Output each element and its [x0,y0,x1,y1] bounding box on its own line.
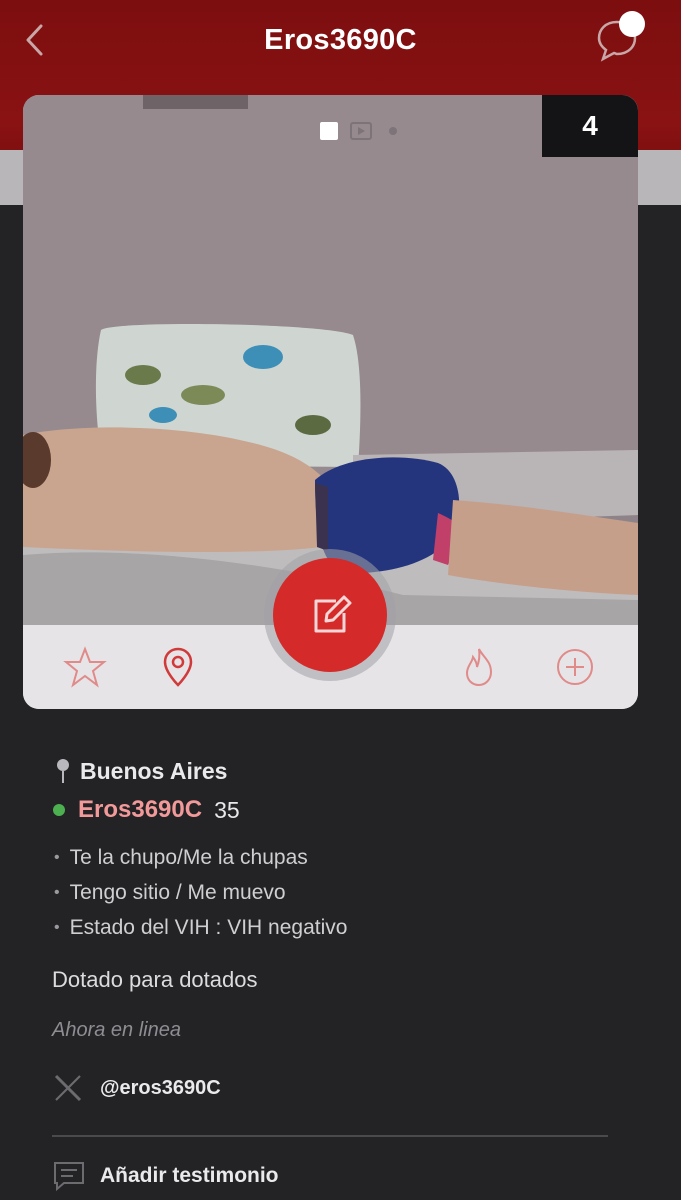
social-link[interactable]: @eros3690C [52,1068,632,1108]
city-label: Buenos Aires [80,757,228,784]
add-testimonial-label: Añadir testimonio [100,1164,279,1187]
video-dot-icon [350,122,372,140]
add-testimonial-button[interactable]: Añadir testimonio [52,1156,279,1196]
list-item: • Estado del VIH : VIH negativo [54,915,348,939]
plus-circle-icon[interactable] [553,645,597,689]
chat-button[interactable] [595,10,653,62]
x-logo-icon [54,1074,82,1102]
photo-card: 4 [23,95,638,709]
list-item: • Te la chupo/Me la chupas [54,845,308,869]
edit-icon [314,595,352,633]
page-title: Eros3690C [264,23,417,56]
divider [52,1135,608,1137]
social-handle: @eros3690C [100,1076,221,1099]
flame-icon[interactable] [457,645,501,689]
top-bar: Eros3690C [0,0,681,80]
tag-list: • Te la chupo/Me la chupas • Tengo sitio /… [52,840,632,945]
pushpin-icon [57,759,69,783]
chat-bubble-icon [597,11,645,62]
user-row: Eros3690C 35 [52,790,632,830]
online-status-dot [53,804,65,816]
edit-button[interactable] [273,558,387,672]
online-status-text: Ahora en linea [52,1019,181,1041]
star-icon[interactable] [63,645,107,689]
username: Eros3690C [78,796,203,823]
profile-photo[interactable]: 4 [23,95,638,625]
list-item: • Tengo sitio / Me muevo [54,880,286,904]
square-dot-icon [320,122,338,140]
profile-info: Buenos Aires Eros3690C 35 • Te la chupo/M… [52,752,632,1108]
photo-count-badge: 4 [542,95,638,157]
back-button[interactable] [18,22,50,58]
photo-illustration [23,95,638,625]
small-dot-icon [389,127,397,135]
comment-icon [54,1162,84,1192]
map-pin-icon[interactable] [156,645,200,689]
photo-indicators [318,120,404,142]
age: 35 [214,796,240,823]
city-row: Buenos Aires [52,752,632,790]
bio-text: Dotado para dotados [52,967,258,992]
chevron-left-icon [26,24,43,56]
